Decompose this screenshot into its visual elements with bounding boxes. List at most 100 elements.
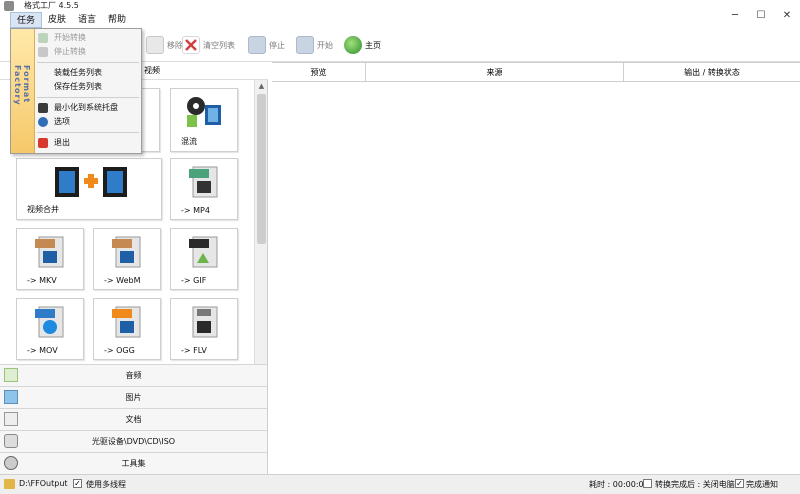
- title-bar: 格式工厂 4.5.5: [0, 0, 800, 12]
- menu-minimize-tray[interactable]: 最小化到系统托盘: [35, 101, 141, 115]
- tile-label: 混流: [181, 137, 197, 146]
- film-music-icon: [187, 97, 221, 127]
- remove-button[interactable]: 移除: [146, 34, 183, 56]
- film-merge-icon: [55, 167, 127, 197]
- menu-exit[interactable]: 退出: [35, 136, 141, 150]
- tile-label: -> OGG: [104, 346, 135, 355]
- home-label: 主页: [365, 40, 381, 50]
- task-list-header: 预览 来源 输出 / 转换状态: [272, 62, 800, 82]
- menu-options[interactable]: 选项: [35, 115, 141, 129]
- tile-label: -> WebM: [104, 276, 141, 285]
- tile-label: -> FLV: [181, 346, 207, 355]
- category-label: 光驱设备\DVD\CD\ISO: [91, 437, 176, 446]
- home-button[interactable]: 主页: [344, 34, 381, 56]
- tile-to-mkv[interactable]: -> MKV: [16, 228, 84, 290]
- after-convert-label: 转换完成后 : 关闭电脑: [655, 480, 735, 489]
- mov-file-icon: [35, 306, 64, 338]
- tile-to-webm[interactable]: -> WebM: [93, 228, 161, 290]
- category-label: 图片: [125, 393, 142, 402]
- menu-item-label: 保存任务列表: [54, 82, 102, 91]
- category-audio[interactable]: 音频: [0, 364, 267, 386]
- exit-icon: [38, 138, 48, 148]
- task-menu-dropdown: Format Factory 开始转换 停止转换 装载任务列表 保存任务列表 最…: [10, 28, 142, 154]
- menu-skin[interactable]: 皮肤: [42, 12, 72, 28]
- menu-language[interactable]: 语言: [72, 12, 102, 28]
- stop-icon: [248, 36, 266, 54]
- menu-item-label: 开始转换: [54, 33, 86, 42]
- start-convert-icon: [38, 33, 48, 43]
- menu-separator: [37, 62, 139, 63]
- window-controls: ─ ☐ ✕: [722, 6, 800, 24]
- column-preview[interactable]: 预览: [272, 63, 366, 82]
- tile-to-ogg[interactable]: -> OGG: [93, 298, 161, 360]
- menu-start-convert[interactable]: 开始转换: [35, 31, 141, 45]
- tile-to-mov[interactable]: -> MOV: [16, 298, 84, 360]
- clear-x-icon: [182, 36, 200, 54]
- menu-item-label: 退出: [54, 138, 70, 147]
- after-convert-checkbox[interactable]: [643, 479, 652, 488]
- menu-item-label: 停止转换: [54, 47, 86, 56]
- start-icon: [296, 36, 314, 54]
- menu-item-label: 最小化到系统托盘: [54, 103, 118, 112]
- tile-to-flv[interactable]: -> FLV: [170, 298, 238, 360]
- stop-button[interactable]: 停止: [248, 34, 285, 56]
- tile-to-mp4[interactable]: -> MP4: [170, 158, 238, 220]
- mp4-file-icon: [189, 166, 218, 198]
- category-label: 音频: [125, 371, 142, 380]
- category-document[interactable]: 文档: [0, 408, 267, 430]
- menu-help[interactable]: 帮助: [102, 12, 132, 28]
- notify-checkbox[interactable]: ✓: [735, 479, 744, 488]
- category-label: 工具集: [121, 459, 146, 468]
- elapsed-time: 耗时 : 00:00:00: [589, 480, 649, 489]
- column-source[interactable]: 来源: [366, 63, 624, 82]
- start-label: 开始: [317, 40, 333, 50]
- output-path[interactable]: D:\FFOutput: [19, 479, 68, 488]
- tile-label: -> MKV: [27, 276, 57, 285]
- multithread-checkbox[interactable]: ✓: [73, 479, 82, 488]
- clear-list-label: 清空列表: [203, 40, 235, 50]
- maximize-button[interactable]: ☐: [748, 6, 774, 24]
- tile-to-gif[interactable]: -> GIF: [170, 228, 238, 290]
- window-title: 格式工厂 4.5.5: [24, 1, 79, 10]
- remove-label: 移除: [167, 40, 183, 50]
- menu-load-task-list[interactable]: 装载任务列表: [35, 66, 141, 80]
- tile-mux[interactable]: 混流: [170, 88, 238, 152]
- folder-icon[interactable]: [4, 479, 15, 489]
- ogg-file-icon: [112, 306, 141, 338]
- app-window: 格式工厂 4.5.5 ─ ☐ ✕ 任务 皮肤 语言 帮助 移除 清空列表 停止 …: [0, 0, 800, 494]
- category-picture[interactable]: 图片: [0, 386, 267, 408]
- scroll-thumb[interactable]: [257, 94, 266, 244]
- category-disc[interactable]: 光驱设备\DVD\CD\ISO: [0, 430, 267, 452]
- status-bar: D:\FFOutput ✓ 使用多线程 耗时 : 00:00:00 转换完成后 …: [0, 474, 800, 494]
- globe-icon: [344, 36, 362, 54]
- menu-task[interactable]: 任务: [10, 12, 43, 28]
- menu-brand-strip: Format Factory: [11, 29, 35, 153]
- menu-bar: 任务 皮肤 语言 帮助: [10, 12, 132, 28]
- stop-label: 停止: [269, 40, 285, 50]
- close-button[interactable]: ✕: [774, 6, 800, 24]
- task-list[interactable]: 预览 来源 输出 / 转换状态: [272, 62, 800, 474]
- column-output-status[interactable]: 输出 / 转换状态: [624, 63, 800, 82]
- menu-item-label: 装载任务列表: [54, 68, 102, 77]
- menu-save-task-list[interactable]: 保存任务列表: [35, 80, 141, 94]
- remove-icon: [146, 36, 164, 54]
- app-logo-icon: [4, 1, 14, 11]
- tray-icon: [38, 103, 48, 113]
- menu-separator: [37, 132, 139, 133]
- menu-item-label: 选项: [54, 117, 70, 126]
- webm-file-icon: [112, 236, 141, 268]
- gif-file-icon: [189, 236, 218, 268]
- mkv-file-icon: [35, 236, 64, 268]
- minimize-button[interactable]: ─: [722, 6, 748, 24]
- multithread-label: 使用多线程: [86, 480, 126, 489]
- scroll-up-arrow-icon[interactable]: ▲: [255, 80, 268, 92]
- category-label: 文档: [125, 415, 142, 424]
- start-button[interactable]: 开始: [296, 34, 333, 56]
- tile-label: -> MOV: [27, 346, 58, 355]
- menu-stop-convert[interactable]: 停止转换: [35, 45, 141, 59]
- flv-file-icon: [192, 306, 218, 338]
- tile-label: 视频合并: [27, 205, 59, 214]
- category-tools[interactable]: 工具集: [0, 452, 267, 474]
- tile-video-merge[interactable]: 视频合并: [16, 158, 162, 220]
- clear-list-button[interactable]: 清空列表: [182, 34, 235, 56]
